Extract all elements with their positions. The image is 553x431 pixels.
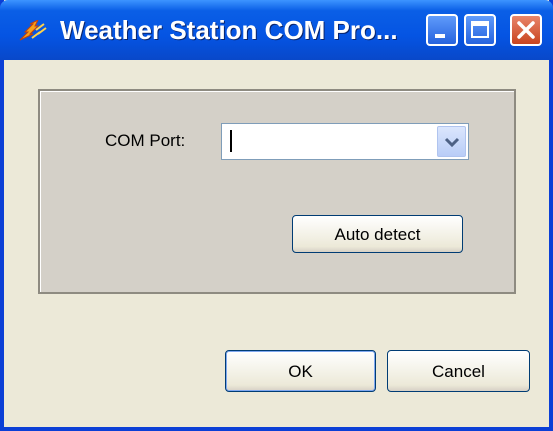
close-button[interactable] xyxy=(510,14,542,46)
maximize-button[interactable] xyxy=(464,14,496,46)
settings-panel xyxy=(38,89,516,294)
chevron-down-icon xyxy=(444,137,459,147)
com-port-combobox[interactable] xyxy=(221,123,469,160)
window-title: Weather Station COM Pro... xyxy=(60,15,398,45)
minimize-button[interactable] xyxy=(426,14,458,46)
com-port-label: COM Port: xyxy=(105,131,186,150)
text-caret xyxy=(230,130,232,152)
maximize-icon xyxy=(471,21,489,38)
ok-button[interactable]: OK xyxy=(225,350,376,392)
close-icon xyxy=(517,21,535,39)
minimize-icon xyxy=(435,34,445,38)
app-icon xyxy=(18,18,48,42)
dropdown-button[interactable] xyxy=(437,126,466,157)
auto-detect-button[interactable]: Auto detect xyxy=(292,215,463,253)
cancel-button[interactable]: Cancel xyxy=(387,350,530,392)
title-bar[interactable]: Weather Station COM Pro... xyxy=(0,0,553,60)
